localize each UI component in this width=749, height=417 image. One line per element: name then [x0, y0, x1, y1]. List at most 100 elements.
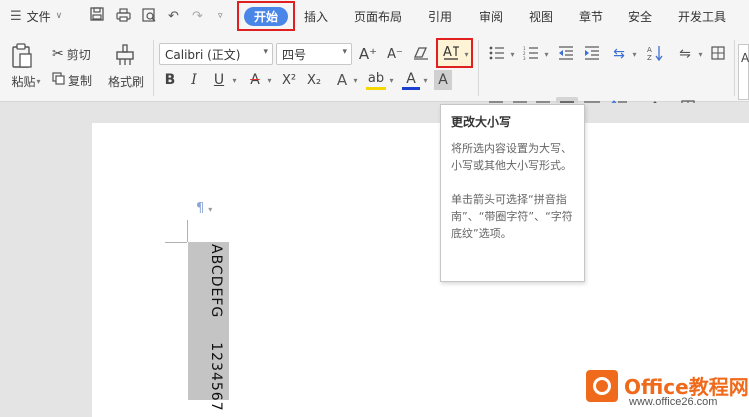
tab-references[interactable]: 引用	[428, 0, 452, 32]
show-hide-dropdown[interactable]: ▾	[696, 44, 704, 64]
font-color-dropdown[interactable]: ▾	[420, 70, 430, 90]
redo-button[interactable]: ↷	[192, 0, 203, 32]
underline-button[interactable]: U	[210, 70, 228, 90]
svg-text:Z: Z	[647, 54, 652, 61]
copy-button[interactable]: 复制	[52, 70, 102, 90]
text-direction-icon: ⇆	[613, 46, 625, 62]
chevron-down-icon: ▾	[263, 47, 268, 57]
clear-format-button[interactable]	[411, 43, 431, 65]
document-vertical-text[interactable]: ABCDEFG 1234567	[208, 244, 224, 412]
strikethrough-button[interactable]: A	[246, 70, 264, 90]
char-shading-button[interactable]: A	[434, 70, 452, 90]
change-case-icon: A	[442, 43, 460, 64]
print-preview-button[interactable]	[142, 0, 157, 32]
print-button[interactable]	[116, 0, 131, 32]
tab-view[interactable]: 视图	[529, 0, 553, 32]
grow-font-button[interactable]: A⁺	[358, 43, 378, 65]
menu-bar: ☰ 文件 ∨ ↶ ↷ ▿ 开始 插入 页面布局 引用 审阅 视图 章节 安全 开…	[0, 0, 749, 32]
change-case-button[interactable]: A	[440, 42, 462, 64]
underline-dropdown[interactable]: ▾	[229, 70, 239, 90]
format-painter-button[interactable]: 格式刷	[104, 72, 148, 90]
chevron-down-icon: ▾	[232, 75, 237, 85]
font-name-select[interactable]: Calibri (正文) ▾	[159, 43, 273, 65]
chevron-down-icon: ▾	[698, 49, 703, 59]
table-button[interactable]	[708, 43, 728, 65]
chevron-down-icon: ▾	[389, 75, 394, 85]
bullet-list-dropdown[interactable]: ▾	[508, 44, 516, 64]
format-painter-icon[interactable]	[112, 42, 138, 68]
paragraph-mark-icon: ⇋	[679, 46, 691, 62]
file-menu-label: 文件	[26, 9, 51, 24]
text-direction-dropdown[interactable]: ▾	[630, 44, 638, 64]
paste-label: 粘贴	[11, 74, 36, 89]
font-color-button[interactable]: A	[402, 70, 420, 90]
decrease-indent-button[interactable]	[556, 44, 576, 64]
print-preview-icon	[142, 7, 157, 25]
file-menu[interactable]: ☰ 文件 ∨	[10, 0, 62, 32]
sort-button[interactable]: AZ	[644, 43, 666, 65]
tab-chapter[interactable]: 章节	[579, 0, 603, 32]
increase-indent-button[interactable]	[582, 44, 602, 64]
tab-review[interactable]: 审阅	[479, 0, 503, 32]
text-effects-dropdown[interactable]: ▾	[350, 70, 360, 90]
tab-page-layout[interactable]: 页面布局	[354, 0, 402, 32]
tab-start[interactable]: 开始	[244, 7, 288, 26]
font-name-value: Calibri (正文)	[165, 47, 241, 62]
undo-button[interactable]: ↶	[168, 0, 179, 32]
ribbon-separator	[478, 40, 479, 96]
tooltip-body: 将所选内容设置为大写、小写或其他大小写形式。 单击箭头可选择“拼音指南”、“带圈…	[451, 142, 573, 240]
strikethrough-dropdown[interactable]: ▾	[264, 70, 274, 90]
paste-button[interactable]: 粘贴 ▾	[6, 72, 46, 90]
font-size-value: 四号	[282, 47, 307, 62]
change-case-tooltip: 更改大小写 将所选内容设置为大写、小写或其他大小写形式。 单击箭头可选择“拼音指…	[440, 104, 585, 282]
margin-corner-mark	[187, 220, 188, 242]
numbered-list-button[interactable]: 123	[520, 44, 542, 64]
chevron-down-icon: ▾	[632, 49, 637, 59]
text-direction-button[interactable]: ⇆	[608, 43, 630, 65]
cut-label: 剪切	[66, 47, 91, 62]
bullet-list-button[interactable]	[486, 44, 508, 64]
sort-icon: AZ	[647, 45, 663, 64]
highlight-dropdown[interactable]: ▾	[386, 70, 396, 90]
change-case-dropdown[interactable]: ▾	[461, 44, 471, 64]
chevron-down-icon: ▾	[544, 49, 549, 59]
hamburger-icon: ☰	[10, 8, 22, 24]
svg-text:3: 3	[523, 56, 526, 60]
table-icon	[711, 45, 725, 63]
margin-corner-mark	[165, 242, 187, 243]
text-effects-button[interactable]: A	[333, 70, 351, 90]
save-button[interactable]	[90, 0, 104, 32]
copy-label: 复制	[68, 73, 93, 88]
shrink-font-button[interactable]: A⁻	[385, 43, 405, 65]
italic-button[interactable]: I	[185, 70, 203, 90]
redo-icon: ↷	[192, 8, 203, 24]
svg-text:A: A	[443, 45, 452, 60]
tab-security[interactable]: 安全	[628, 0, 652, 32]
bold-button[interactable]: B	[161, 70, 179, 90]
highlight-button[interactable]: ab	[366, 70, 386, 90]
font-size-select[interactable]: 四号 ▾	[276, 43, 352, 65]
chevron-down-icon: ∨	[55, 11, 63, 21]
scissors-icon: ✂	[52, 46, 64, 62]
superscript-button[interactable]: X²	[278, 70, 300, 90]
tooltip-title: 更改大小写	[451, 115, 512, 129]
chevron-down-icon: ▾	[510, 49, 515, 59]
quick-access-dropdown[interactable]: ▿	[218, 0, 223, 32]
chevron-down-icon: ▾	[423, 75, 428, 85]
show-hide-button[interactable]: ⇋	[674, 43, 696, 65]
chevron-down-icon: ▾	[353, 75, 358, 85]
undo-icon: ↶	[168, 8, 179, 24]
subscript-button[interactable]: X₂	[303, 70, 325, 90]
tab-developer[interactable]: 开发工具	[678, 0, 726, 32]
increase-indent-icon	[584, 45, 600, 63]
paste-icon[interactable]	[10, 42, 34, 70]
text-digits: 1234567	[208, 342, 224, 412]
numbered-list-dropdown[interactable]: ▾	[542, 44, 550, 64]
paragraph-layout-icon[interactable]: ¶ ▾	[196, 201, 212, 216]
watermark-url: www.office26.com	[629, 396, 718, 408]
tab-insert[interactable]: 插入	[304, 0, 328, 32]
ribbon-separator	[734, 40, 735, 96]
styles-gallery[interactable]: A	[738, 44, 749, 100]
cut-button[interactable]: ✂ 剪切	[52, 44, 102, 64]
text-letters: ABCDEFG	[208, 244, 224, 319]
